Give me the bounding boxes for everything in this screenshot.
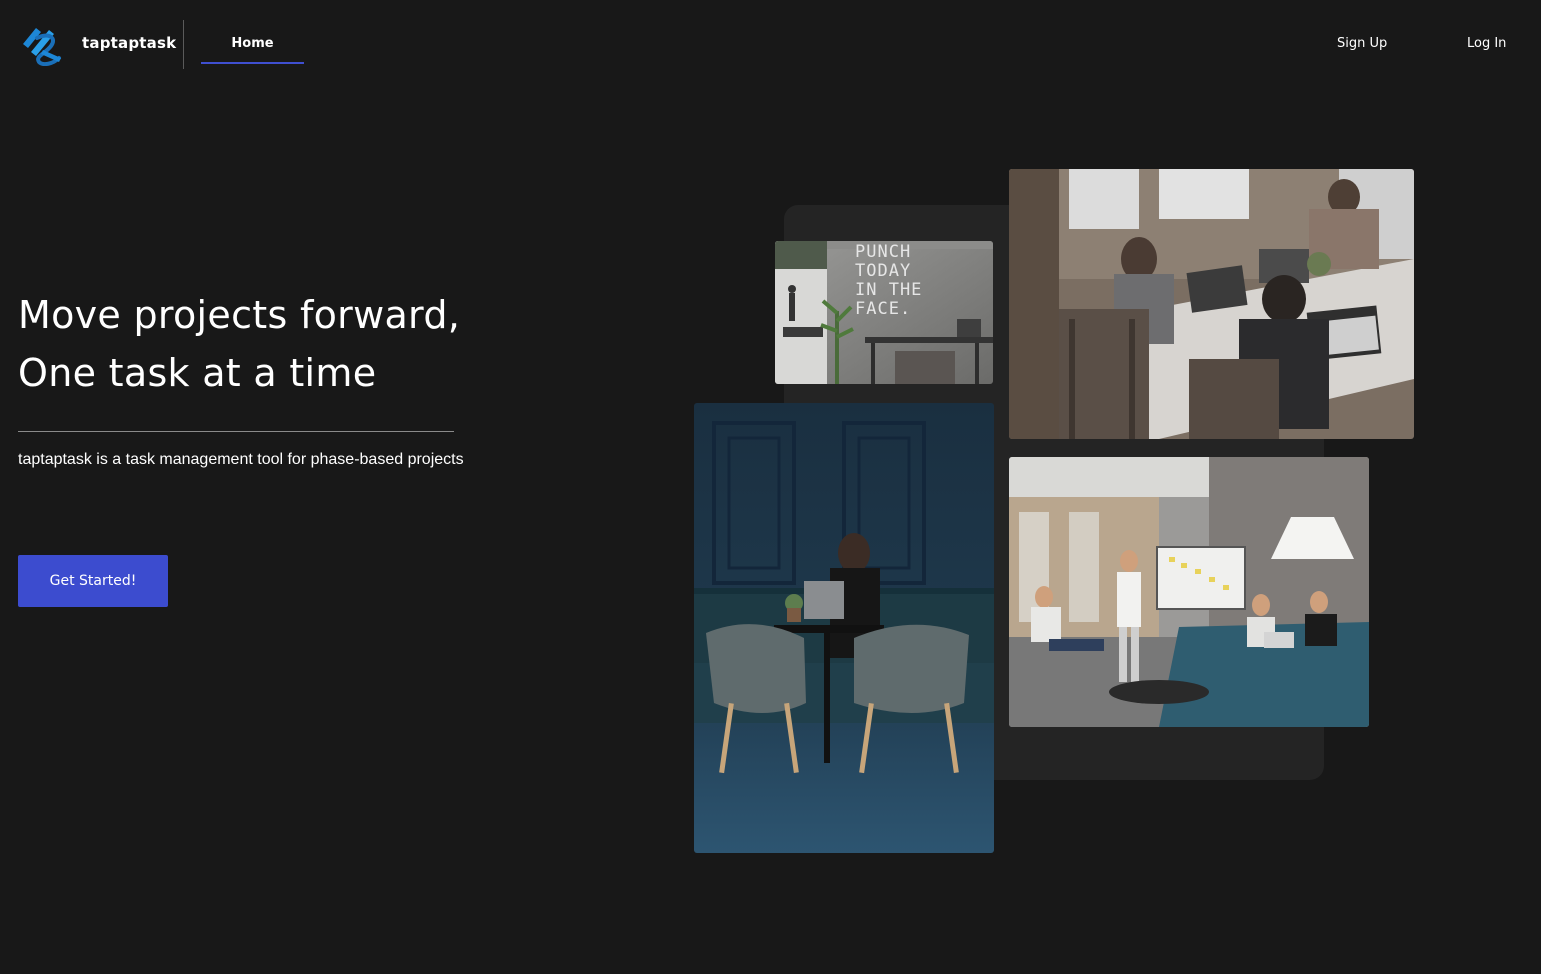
cafe-laptop-photo (694, 403, 994, 853)
punch-wall-text: PUNCH TODAY IN THE FACE. (855, 242, 923, 319)
team-working-photo (1009, 169, 1414, 439)
hero-headline: Move projects forward, One task at a tim… (18, 286, 460, 402)
hero-headline-line-2: One task at a time (18, 351, 377, 395)
top-nav: taptaptask Home Sign Up Log In (0, 0, 1541, 88)
hero-divider (18, 431, 454, 432)
get-started-button[interactable]: Get Started! (18, 555, 168, 607)
hero-headline-line-1: Move projects forward, (18, 293, 461, 337)
log-in-link[interactable]: Log In (1467, 36, 1506, 51)
hero-tagline: taptaptask is a task management tool for… (18, 451, 464, 468)
nav-home-link[interactable]: Home (201, 26, 304, 64)
brand-name[interactable]: taptaptask (82, 34, 176, 52)
nav-home-label: Home (231, 36, 274, 51)
punch-wall-photo: PUNCH TODAY IN THE FACE. (775, 241, 993, 384)
sign-up-link[interactable]: Sign Up (1337, 36, 1387, 51)
active-tab-indicator (201, 62, 304, 64)
nav-divider (183, 20, 184, 69)
taptaptask-logo-icon[interactable] (19, 24, 65, 67)
office-meeting-photo (1009, 457, 1369, 727)
